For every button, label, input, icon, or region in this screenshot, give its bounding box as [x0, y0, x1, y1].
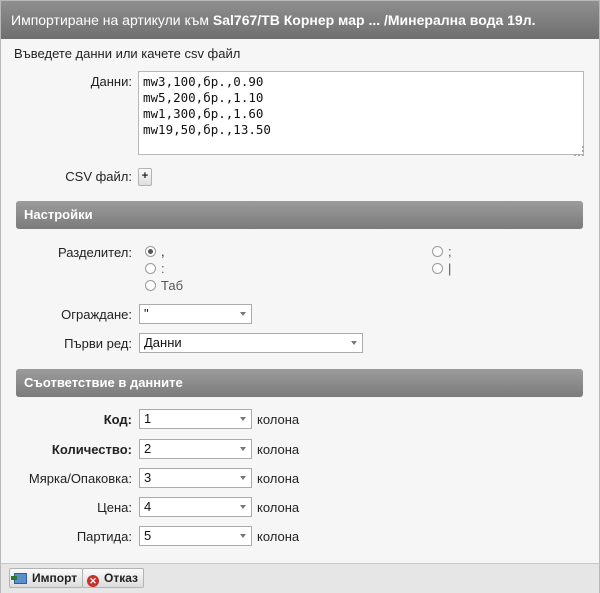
settings-header: Настройки [16, 201, 583, 229]
first-row-label: Първи ред: [64, 336, 132, 351]
cancel-icon: ✕ [87, 575, 99, 587]
chevron-down-icon [240, 534, 246, 538]
cancel-button-label: Отказ [104, 571, 139, 585]
quantity-column-value: 2 [144, 441, 152, 456]
code-column-value: 1 [144, 411, 152, 426]
data-textarea[interactable]: mw3,100,бр.,0.90 mw5,200,бр.,1.10 mw1,30… [138, 71, 584, 155]
radio-unchecked-icon [145, 263, 156, 274]
quantity-label: Количество: [51, 442, 132, 457]
delimiter-option-tab[interactable]: Таб [145, 278, 183, 293]
data-label: Данни: [90, 74, 132, 89]
quantity-unit: колона [257, 442, 300, 457]
price-column-select[interactable]: 4 [139, 497, 252, 517]
price-unit: колона [257, 500, 300, 515]
dialog-title-target: Sal767/TB Корнер мар ... /Минерална вода… [212, 12, 536, 28]
delimiter-option-label: | [448, 261, 452, 276]
csv-upload-button[interactable]: + [138, 168, 152, 186]
cancel-button[interactable]: ✕ Отказ [82, 568, 145, 588]
quantity-column-select[interactable]: 2 [139, 439, 252, 459]
chevron-down-icon [240, 505, 246, 509]
intro-text: Въведете данни или качете csv файл [14, 46, 241, 61]
dialog-content: Въведете данни или качете csv файл Данни… [1, 39, 599, 563]
import-button-label: Импорт [32, 571, 78, 585]
delimiter-option-label: : [161, 261, 165, 276]
enclosure-select[interactable]: " [139, 304, 252, 324]
import-button[interactable]: Импорт [9, 568, 84, 588]
measure-unit: колона [257, 471, 300, 486]
import-dialog: Импортиране на артикули към Sal767/TB Ко… [0, 0, 600, 593]
measure-column-select[interactable]: 3 [139, 468, 252, 488]
dialog-title-prefix: Импортиране на артикули към [11, 12, 213, 28]
measure-label: Мярка/Опаковка: [28, 471, 132, 486]
dialog-title: Импортиране на артикули към Sal767/TB Ко… [1, 1, 599, 39]
batch-label: Партида: [76, 529, 132, 544]
batch-column-value: 5 [144, 528, 152, 543]
code-label: Код: [103, 412, 132, 427]
delimiter-option-colon[interactable]: : [145, 261, 165, 276]
dialog-footer: Импорт ✕ Отказ [1, 563, 599, 593]
chevron-down-icon [240, 417, 246, 421]
price-label: Цена: [97, 500, 132, 515]
delimiter-option-pipe[interactable]: | [432, 261, 451, 276]
chevron-down-icon [351, 341, 357, 345]
delimiter-option-label: , [161, 244, 165, 259]
first-row-value: Данни [144, 335, 182, 350]
enclosure-label: Ограждане: [61, 307, 132, 322]
code-unit: колона [257, 412, 300, 427]
radio-unchecked-icon [432, 263, 443, 274]
batch-unit: колона [257, 529, 300, 544]
delimiter-option-comma[interactable]: , [145, 244, 165, 259]
chevron-down-icon [240, 447, 246, 451]
enclosure-value: " [144, 306, 149, 321]
resize-grip-icon[interactable] [574, 146, 584, 156]
delimiter-option-semicolon[interactable]: ; [432, 244, 452, 259]
delimiter-option-label: Таб [161, 278, 184, 293]
first-row-select[interactable]: Данни [139, 333, 363, 353]
code-column-select[interactable]: 1 [139, 409, 252, 429]
radio-unchecked-icon [432, 246, 443, 257]
measure-column-value: 3 [144, 470, 152, 485]
delimiter-option-label: ; [448, 244, 452, 259]
csv-label: CSV файл: [65, 169, 132, 184]
chevron-down-icon [240, 312, 246, 316]
radio-unchecked-icon [145, 280, 156, 291]
radio-checked-icon [145, 246, 156, 257]
mapping-header: Съответствие в данните [16, 369, 583, 397]
price-column-value: 4 [144, 499, 152, 514]
delimiter-label: Разделител: [57, 245, 132, 260]
chevron-down-icon [240, 476, 246, 480]
batch-column-select[interactable]: 5 [139, 526, 252, 546]
import-icon [11, 573, 27, 584]
